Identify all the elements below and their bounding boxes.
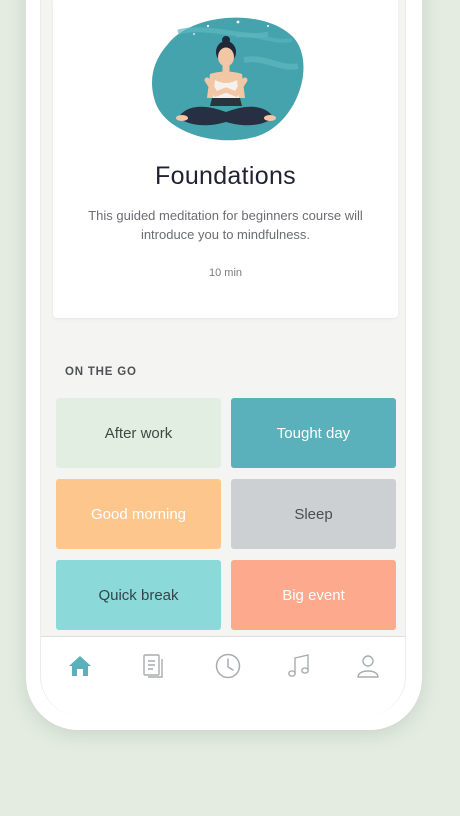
featured-course-card[interactable]: Foundations This guided meditation for b… [53,0,398,318]
section-label-on-the-go: ON THE GO [65,366,137,378]
tile-quick-break[interactable]: Quick break [56,560,221,630]
phone-frame: Foundations This guided meditation for b… [26,0,422,730]
clock-icon [215,653,241,679]
tab-music[interactable] [284,651,314,681]
course-duration: 10 min [208,267,243,279]
course-title: Foundations [155,162,296,190]
bottom-tab-bar [41,636,405,716]
tile-label: After work [104,424,173,442]
tab-library[interactable] [138,651,168,681]
document-icon [143,654,163,678]
tile-label: Sleep [294,505,333,523]
tile-label: Big event [282,586,345,604]
tile-label: Good morning [90,505,187,523]
home-icon [69,656,91,676]
music-icon [288,654,309,677]
course-description: This guided meditation for beginners cou… [88,208,363,242]
profile-icon [357,655,379,678]
tile-sleep[interactable]: Sleep [231,479,396,549]
tile-big-event[interactable]: Big event [231,560,396,630]
tab-home[interactable] [65,651,95,681]
tile-good-morning[interactable]: Good morning [56,479,221,549]
tile-after-work[interactable]: After work [56,398,221,468]
tile-label: Tought day [276,424,351,442]
tile-tough-day[interactable]: Tought day [231,398,396,468]
tab-profile[interactable] [353,651,383,681]
tile-label: Quick break [98,586,179,604]
meditation-illustration [152,16,304,141]
app-screen: Foundations This guided meditation for b… [40,0,406,716]
tab-history[interactable] [213,651,243,681]
